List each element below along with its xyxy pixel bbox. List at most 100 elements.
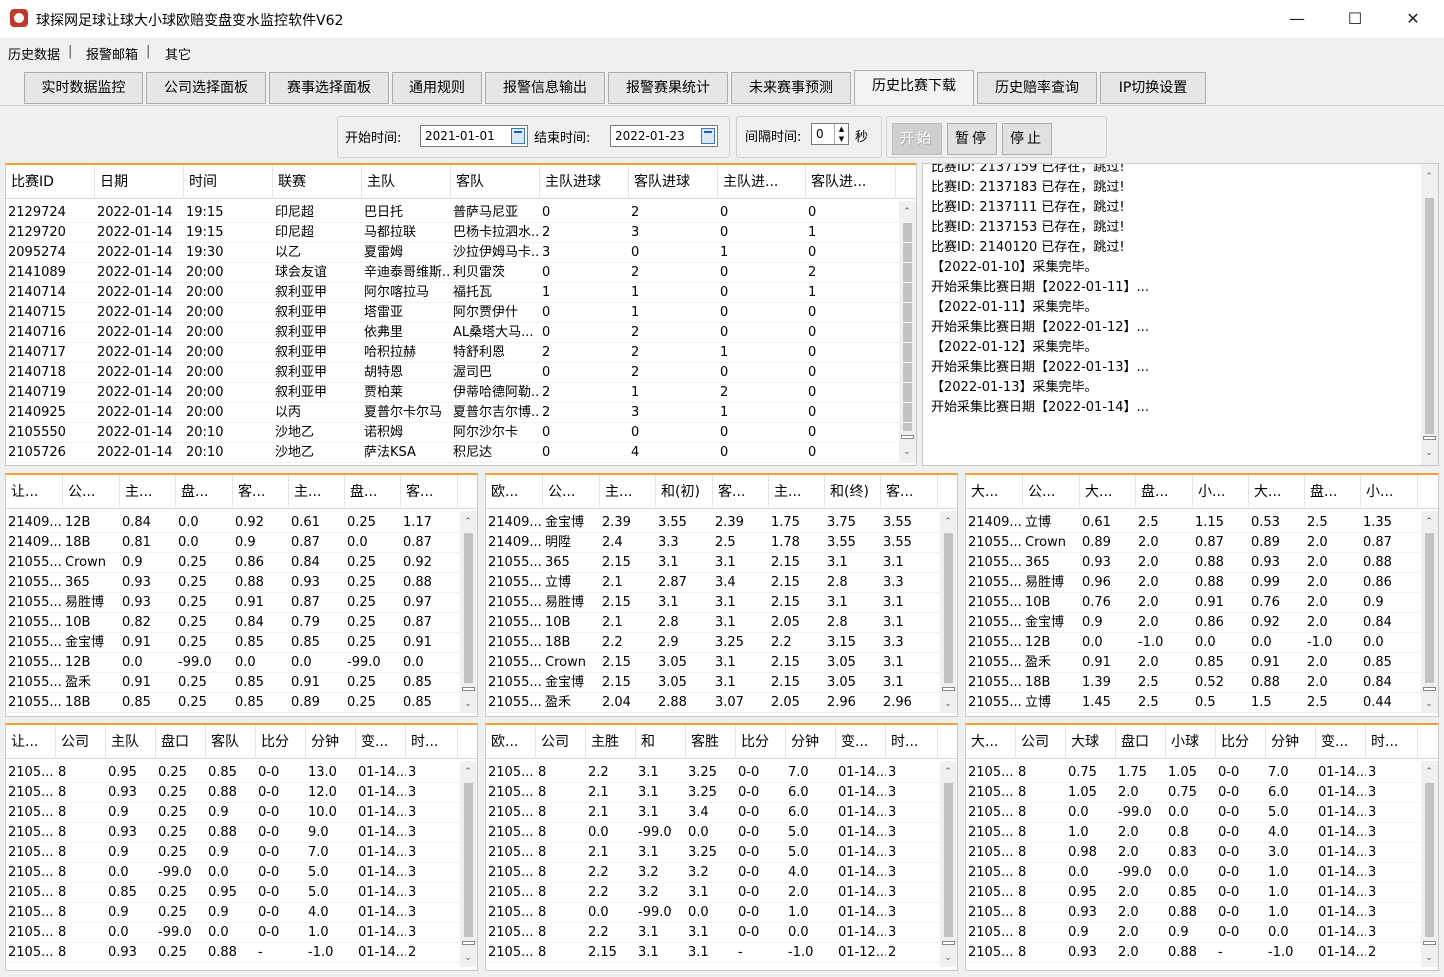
scroll-down-icon[interactable]: ⌄ bbox=[1424, 699, 1434, 709]
column-header[interactable]: 和(初) bbox=[656, 475, 713, 509]
column-header[interactable]: 盘口 bbox=[156, 725, 206, 759]
table-row[interactable]: 2105... 8 1.05 2.0 0.75 0-0 6.0 01-14... 3 bbox=[966, 783, 1438, 803]
column-header[interactable]: 时... bbox=[1366, 725, 1418, 759]
table-row[interactable]: 21055... Crown 0.89 2.0 0.87 0.89 2.0 0.87 bbox=[966, 533, 1438, 553]
table-row[interactable]: 21055... 12B 0.0 -99.0 0.0 0.0 -99.0 0.0 bbox=[6, 653, 477, 673]
column-header[interactable]: 主队 bbox=[106, 725, 156, 759]
table-row[interactable]: 2105... 8 0.0 -99.0 0.0 0-0 5.0 01-14... 3 bbox=[966, 803, 1438, 823]
euro-odds-changes-table[interactable]: 欧... 公司 主胜和客胜 比分 分钟 变... 时... 2105... 8 2.2 3.1 3.2… bbox=[485, 723, 958, 971]
table-row[interactable]: 2105... 8 0.75 1.75 1.05 0-0 7.0 01-14... 3 bbox=[966, 763, 1438, 783]
table-scrollbar[interactable]: ⌃ ⌄ bbox=[1421, 511, 1438, 713]
table-row[interactable]: 21055... 18B 1.39 2.5 0.52 0.88 2.0 0.84 bbox=[966, 673, 1438, 693]
column-header[interactable]: 客胜 bbox=[686, 725, 736, 759]
column-header[interactable]: 主... bbox=[120, 475, 176, 509]
column-header[interactable]: 变... bbox=[1316, 725, 1366, 759]
end-date-picker[interactable]: 2022-01-23 bbox=[610, 125, 718, 147]
table-row[interactable]: 2105... 8 0.95 0.25 0.85 0-0 13.0 01-14... 3 bbox=[6, 763, 477, 783]
table-row[interactable]: 21055... 18B 0.85 0.25 0.85 0.89 0.25 0.85 bbox=[6, 693, 477, 713]
column-header[interactable]: 和 bbox=[636, 725, 686, 759]
column-header[interactable]: 比分 bbox=[1216, 725, 1266, 759]
table-row[interactable]: 21055... 365 0.93 2.0 0.88 0.93 2.0 0.88 bbox=[966, 553, 1438, 573]
table-row[interactable]: 2140716 2022-01-14 20:00 叙利亚甲 依弗里 AL桑塔大马... 0 2… bbox=[6, 323, 916, 343]
tab-ip-settings[interactable]: IP切换设置 bbox=[1100, 72, 1206, 104]
table-row[interactable]: 21055... 10B 0.82 0.25 0.84 0.79 0.25 0.87 bbox=[6, 613, 477, 633]
table-row[interactable]: 21055... 18B 2.2 2.9 3.25 2.2 3.15 3.3 bbox=[486, 633, 957, 653]
table-row[interactable]: 21055... 365 0.93 0.25 0.88 0.93 0.25 0.88 bbox=[6, 573, 477, 593]
column-header[interactable]: 比分 bbox=[256, 725, 306, 759]
table-row[interactable]: 21055... 盈禾 0.91 2.0 0.85 0.91 2.0 0.85 bbox=[966, 653, 1438, 673]
column-header[interactable]: 客队 bbox=[451, 165, 540, 199]
table-scrollbar[interactable]: ⌃ ⌄ bbox=[460, 761, 477, 967]
tab-general-rules[interactable]: 通用规则 bbox=[392, 72, 482, 104]
tab-match-select[interactable]: 赛事选择面板 bbox=[269, 72, 389, 104]
table-row[interactable]: 21409... 12B 0.84 0.0 0.92 0.61 0.25 1.17 bbox=[6, 513, 477, 533]
table-row[interactable]: 2105... 8 2.2 3.1 3.1 0-0 0.0 01-14... 3 bbox=[486, 923, 957, 943]
column-header[interactable]: 比赛ID bbox=[6, 165, 95, 199]
table-row[interactable]: 21055... 10B 0.76 2.0 0.91 0.76 2.0 0.9 bbox=[966, 593, 1438, 613]
over-under-changes-table[interactable]: 大... 公司 大球 盘口 小球 比分 分钟 变... 时... 2105... 8 0.75 1.75… bbox=[965, 723, 1439, 971]
table-scrollbar[interactable]: ⌃ ⌄ bbox=[940, 511, 957, 713]
column-header[interactable]: 公司 bbox=[1016, 725, 1066, 759]
column-header[interactable]: 盘口 bbox=[1116, 725, 1166, 759]
menu-alarm-email[interactable]: 报警邮箱 bbox=[86, 44, 138, 63]
table-row[interactable]: 21055... 金宝博 0.91 0.25 0.85 0.85 0.25 0.91 bbox=[6, 633, 477, 653]
table-row[interactable]: 2105... 8 2.1 3.1 3.25 0-0 5.0 01-14... 3 bbox=[486, 843, 957, 863]
table-row[interactable]: 21055... 金宝博 2.15 3.05 3.1 2.15 3.05 3.1 bbox=[486, 673, 957, 693]
column-header[interactable]: 公司 bbox=[536, 725, 586, 759]
table-row[interactable]: 21055... 10B 2.1 2.8 3.1 2.05 2.8 3.1 bbox=[486, 613, 957, 633]
table-row[interactable]: 21055... 盈禾 0.91 0.25 0.85 0.91 0.25 0.85 bbox=[6, 673, 477, 693]
table-row[interactable]: 2105... 8 0.93 0.25 0.88 0-0 12.0 01-14... 3 bbox=[6, 783, 477, 803]
table-row[interactable]: 2140715 2022-01-14 20:00 叙利亚甲 塔雷亚 阿尔贾伊什 0 1 0 0 bbox=[6, 303, 916, 323]
column-header[interactable]: 时间 bbox=[184, 165, 273, 199]
pause-button[interactable]: 暂停 bbox=[947, 123, 997, 155]
table-row[interactable]: 21055... 365 2.15 3.1 3.1 2.15 3.1 3.1 bbox=[486, 553, 957, 573]
tab-alarm-stats[interactable]: 报警赛果统计 bbox=[608, 72, 728, 104]
euro-odds-table[interactable]: 欧... 公... 主... 和(初) 客... 主... 和(终) 客... 21409...… bbox=[485, 473, 958, 717]
column-header[interactable]: 分钟 bbox=[1266, 725, 1316, 759]
column-header[interactable]: 主队进球 bbox=[540, 165, 629, 199]
table-row[interactable]: 2105550 2022-01-14 20:10 沙地乙 诺积姆 阿尔沙尔卡 0 0 0 0 bbox=[6, 423, 916, 443]
scroll-thumb[interactable] bbox=[1425, 783, 1434, 937]
spin-up-icon[interactable]: ▲ bbox=[834, 124, 848, 134]
column-header[interactable]: 客... bbox=[401, 475, 458, 509]
column-header[interactable]: 客队 bbox=[206, 725, 256, 759]
scroll-thumb[interactable] bbox=[464, 533, 473, 683]
table-row[interactable]: 2105... 8 1.0 2.0 0.8 0-0 4.0 01-14... 3 bbox=[966, 823, 1438, 843]
table-row[interactable]: 2140925 2022-01-14 20:00 以丙 夏普尔卡尔马 夏普尔吉尔博... 2… bbox=[6, 403, 916, 423]
menu-history-data[interactable]: 历史数据 bbox=[8, 44, 60, 63]
column-header[interactable]: 客队进... bbox=[806, 165, 896, 199]
table-row[interactable]: 2105... 8 0.0 -99.0 0.0 0-0 1.0 01-14... 3 bbox=[486, 903, 957, 923]
table-row[interactable]: 2105... 8 0.0 -99.0 0.0 0-0 5.0 01-14... 3 bbox=[486, 823, 957, 843]
table-row[interactable]: 2105... 8 0.0 -99.0 0.0 0-0 1.0 01-14... 3 bbox=[6, 923, 477, 943]
column-header[interactable]: 时... bbox=[886, 725, 938, 759]
table-row[interactable]: 2140717 2022-01-14 20:00 叙利亚甲 哈积拉赫 特舒利恩 2 2 1 0 bbox=[6, 343, 916, 363]
table-row[interactable]: 2105... 8 0.9 0.25 0.9 0-0 7.0 01-14... 3 bbox=[6, 843, 477, 863]
table-row[interactable]: 2105... 8 2.2 3.2 3.2 0-0 4.0 01-14... 3 bbox=[486, 863, 957, 883]
column-header[interactable]: 客队进球 bbox=[629, 165, 718, 199]
column-header[interactable]: 和(终) bbox=[825, 475, 881, 509]
start-button[interactable]: 开始 bbox=[892, 123, 942, 155]
tab-company-select[interactable]: 公司选择面板 bbox=[146, 72, 266, 104]
column-header[interactable]: 变... bbox=[836, 725, 886, 759]
interval-spinner[interactable]: 0 ▲ ▼ bbox=[811, 123, 849, 145]
column-header[interactable]: 欧... bbox=[486, 475, 543, 509]
table-row[interactable]: 21055... 12B 0.0 -1.0 0.0 0.0 -1.0 0.0 bbox=[966, 633, 1438, 653]
column-header[interactable]: 盘... bbox=[176, 475, 233, 509]
column-header[interactable]: 大... bbox=[966, 475, 1023, 509]
log-output-panel[interactable]: ⌃ ⌄ 比赛ID: 2137159 已存在，跳过! 比赛ID: 2137183 已… bbox=[922, 163, 1439, 466]
column-header[interactable]: 主... bbox=[600, 475, 656, 509]
table-row[interactable]: 2105... 8 2.15 3.1 3.1 - -1.0 01-12... 2 bbox=[486, 943, 957, 963]
table-scrollbar[interactable]: ⌃ ⌄ bbox=[460, 511, 477, 713]
table-row[interactable]: 21409... 金宝博 2.39 3.55 2.39 1.75 3.75 3.55 bbox=[486, 513, 957, 533]
table-row[interactable]: 2105... 8 2.2 3.1 3.25 0-0 7.0 01-14... 3 bbox=[486, 763, 957, 783]
table-row[interactable]: 2105... 8 0.93 0.25 0.88 - -1.0 01-14... 2 bbox=[6, 943, 477, 963]
spin-down-icon[interactable]: ▼ bbox=[834, 134, 848, 144]
scroll-up-icon[interactable]: ⌃ bbox=[1424, 767, 1434, 777]
scroll-down-icon[interactable]: ⌄ bbox=[943, 953, 953, 963]
table-row[interactable]: 2140718 2022-01-14 20:00 叙利亚甲 胡特恩 渥司巴 0 2 0 0 bbox=[6, 363, 916, 383]
table-row[interactable]: 2141089 2022-01-14 20:00 球会友谊 辛迪泰哥维斯... 利贝雷茨 0… bbox=[6, 263, 916, 283]
table-row[interactable]: 2105... 8 2.1 3.1 3.25 0-0 6.0 01-14... 3 bbox=[486, 783, 957, 803]
table-scrollbar[interactable]: ⌃ ⌄ bbox=[940, 761, 957, 967]
table-row[interactable]: 2105... 8 0.0 -99.0 0.0 0-0 1.0 01-14... 3 bbox=[966, 863, 1438, 883]
column-header[interactable]: 盘... bbox=[1136, 475, 1193, 509]
